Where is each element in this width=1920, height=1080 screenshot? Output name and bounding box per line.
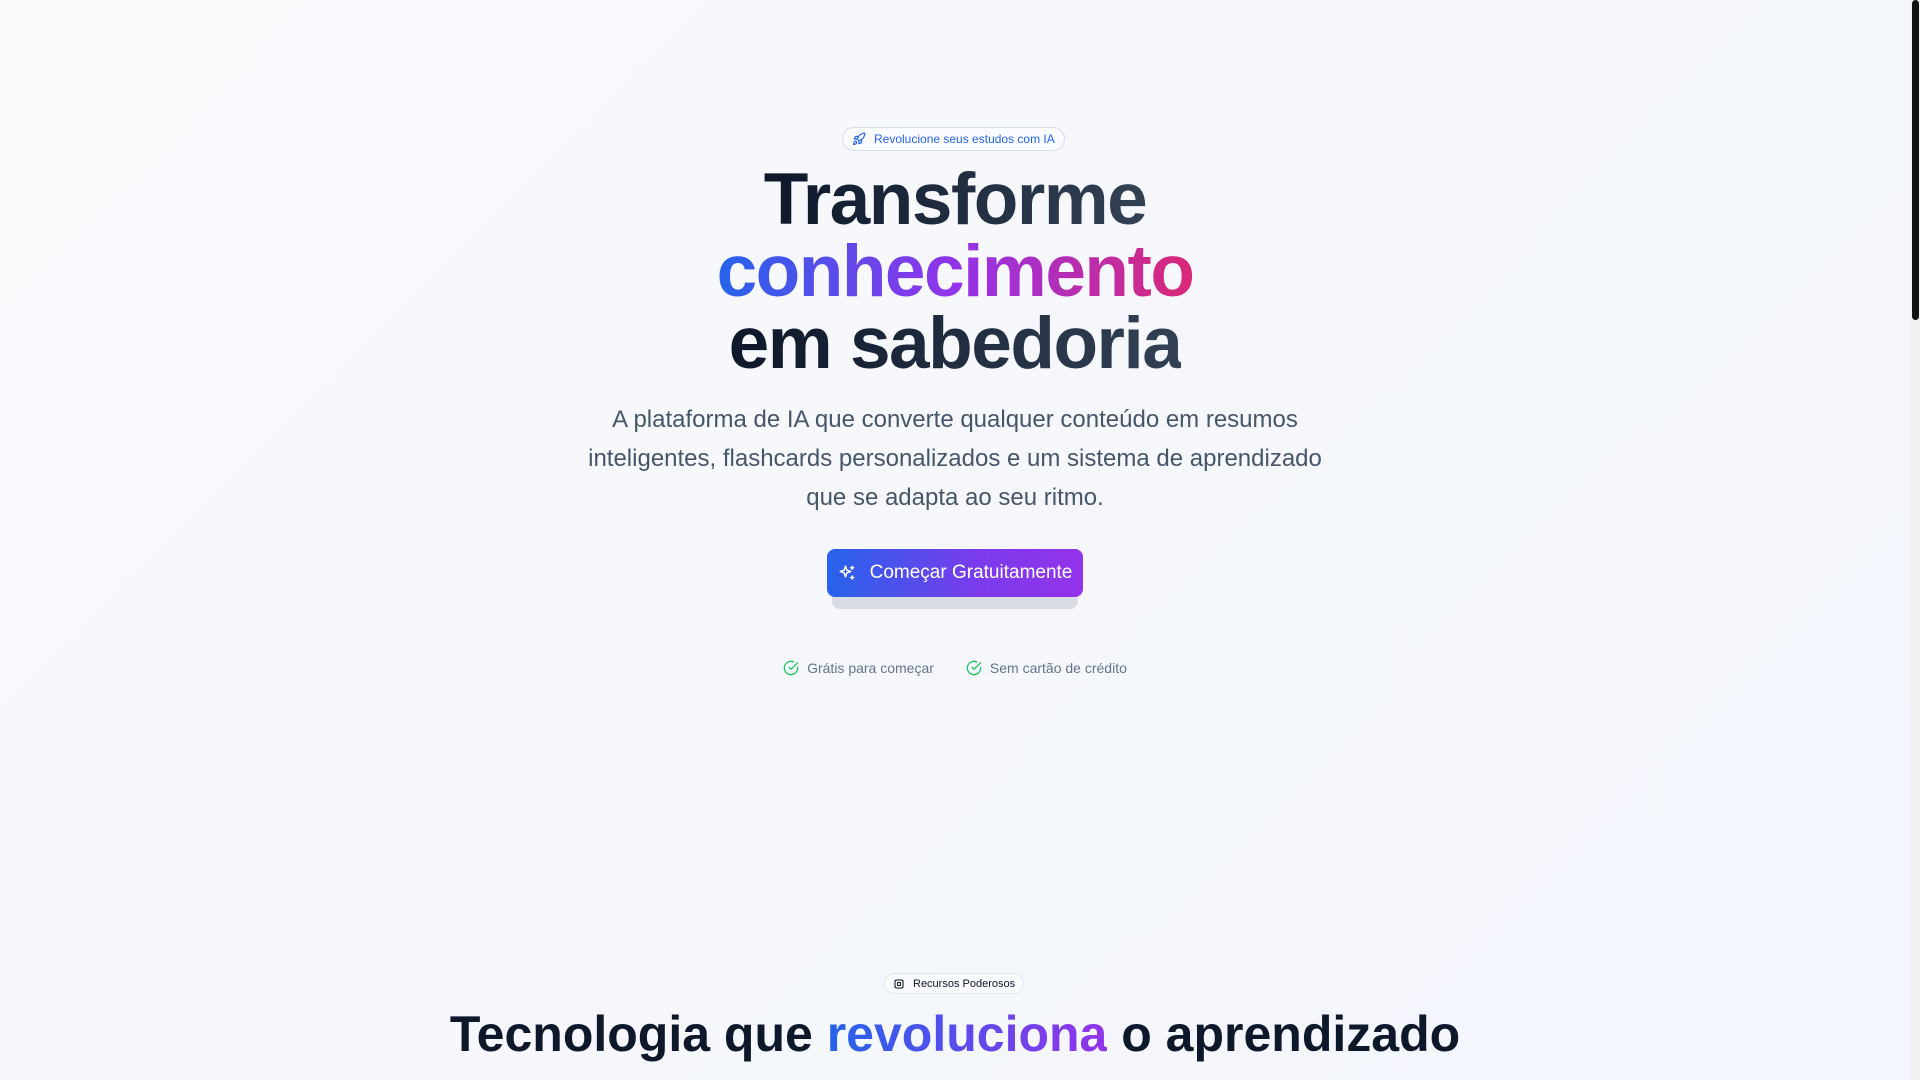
page-scrollbar[interactable] bbox=[1910, 0, 1920, 1080]
benefit-no-card-label: Sem cartão de crédito bbox=[989, 660, 1127, 676]
features-title-before: Tecnologia que bbox=[449, 1006, 827, 1062]
check-circle-icon bbox=[783, 660, 799, 676]
rocket-icon bbox=[852, 132, 866, 146]
check-circle-icon bbox=[966, 660, 982, 676]
features-title: Tecnologia que revoluciona o aprendizado bbox=[0, 1004, 1910, 1064]
headline-line-1: Transforme bbox=[763, 159, 1148, 240]
start-free-button-label: Começar Gratuitamente bbox=[869, 562, 1073, 583]
benefit-free: Grátis para começar bbox=[783, 660, 934, 676]
hero-badge: Revolucione seus estudos com IA bbox=[842, 127, 1065, 151]
hero-badge-label: Revolucione seus estudos com IA bbox=[874, 132, 1055, 146]
features-badge: Recursos Poderosos bbox=[884, 973, 1025, 994]
scrollbar-thumb[interactable] bbox=[1912, 0, 1919, 320]
hero-headline: Transforme conhecimento em sabedoria bbox=[0, 159, 1910, 384]
headline-line-2-highlight: conhecimento bbox=[716, 231, 1195, 312]
headline-line-3: em sabedoria bbox=[728, 303, 1183, 384]
hero-benefits: Grátis para começar Sem cartão de crédit… bbox=[0, 660, 1910, 676]
features-badge-label: Recursos Poderosos bbox=[913, 977, 1016, 990]
features-title-after: o aprendizado bbox=[1107, 1006, 1461, 1062]
sparkles-icon bbox=[838, 564, 856, 582]
landing-page: Revolucione seus estudos com IA Transfor… bbox=[0, 0, 1910, 1080]
cta-wrapper: Começar Gratuitamente bbox=[827, 549, 1083, 613]
features-title-highlight: revoluciona bbox=[826, 1006, 1108, 1062]
hero-subtitle: A plataforma de IA que converte qualquer… bbox=[588, 406, 1322, 511]
start-free-button[interactable]: Começar Gratuitamente bbox=[827, 549, 1083, 597]
benefit-no-card: Sem cartão de crédito bbox=[966, 660, 1127, 676]
chip-icon bbox=[893, 978, 905, 990]
benefit-free-label: Grátis para começar bbox=[807, 660, 934, 676]
